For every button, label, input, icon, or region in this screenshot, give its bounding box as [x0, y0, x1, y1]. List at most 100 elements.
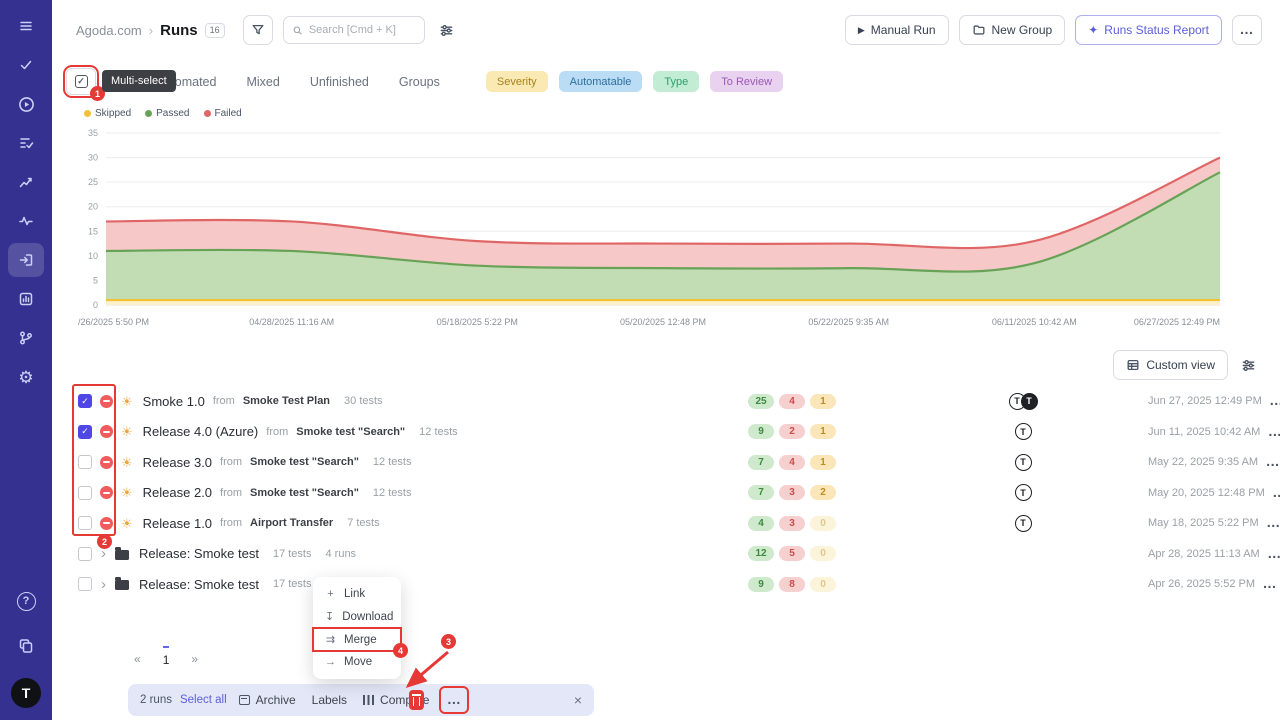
search-input[interactable]	[309, 24, 416, 36]
select-all-link[interactable]: Select all	[180, 694, 227, 706]
breadcrumb-project[interactable]: Agoda.com	[76, 23, 142, 38]
multi-select-button[interactable]: ✓	[66, 68, 96, 95]
bulk-more-button[interactable]: …	[441, 688, 467, 712]
svg-text:06/27/2025 12:49 PM: 06/27/2025 12:49 PM	[1134, 317, 1220, 327]
row-checkbox[interactable]	[78, 455, 92, 469]
new-group-label: New Group	[992, 23, 1053, 37]
menu-item-download[interactable]: ↧Download	[313, 605, 401, 628]
filter-button[interactable]	[243, 15, 273, 45]
runs-status-report-button[interactable]: ✦ Runs Status Report	[1075, 15, 1222, 45]
header-more-button[interactable]: …	[1232, 15, 1262, 45]
run-row[interactable]: ✓☀Smoke 1.0fromSmoke Test Plan30 tests25…	[76, 386, 1256, 417]
group-row[interactable]: ›Release: Smoke test17 tests7 runs980Apr…	[76, 569, 1256, 600]
group-title[interactable]: Release: Smoke test	[139, 577, 259, 592]
runs-count-badge: 16	[205, 23, 225, 38]
row-checkbox[interactable]: ✓	[78, 425, 92, 439]
row-checkbox[interactable]	[78, 516, 92, 530]
plan-name[interactable]: Smoke test "Search"	[250, 456, 359, 468]
sidebar-item-pulse[interactable]	[8, 204, 44, 238]
search-icon	[292, 24, 303, 37]
result-badges: 732	[748, 485, 898, 500]
filter-pill-automatable[interactable]: Automatable	[559, 71, 643, 92]
failed-badge: 4	[779, 455, 805, 470]
menu-item-merge[interactable]: ⇉Merge	[313, 628, 401, 651]
run-row[interactable]: ✓☀Release 4.0 (Azure)fromSmoke test "Sea…	[76, 417, 1256, 448]
custom-view-button[interactable]: Custom view	[1113, 350, 1228, 380]
expand-chevron-icon[interactable]: ›	[100, 546, 107, 561]
row-more-button[interactable]: …	[1255, 581, 1280, 587]
expand-chevron-icon[interactable]: ›	[100, 577, 107, 592]
passed-badge: 9	[748, 577, 774, 592]
avatar: T	[1021, 393, 1038, 410]
docs-button[interactable]	[8, 629, 44, 663]
plan-name[interactable]: Smoke test "Search"	[296, 426, 405, 438]
chart-section: SkippedPassedFailed 05101520253035/26/20…	[76, 101, 1256, 338]
tab-groups[interactable]: Groups	[399, 69, 440, 95]
svg-text:0: 0	[93, 300, 98, 310]
group-row[interactable]: ›Release: Smoke test17 tests4 runs1250Ap…	[76, 539, 1256, 570]
folder-icon	[115, 550, 129, 560]
row-checkbox[interactable]: ✓	[78, 394, 92, 408]
labels-button[interactable]: Labels	[308, 689, 351, 711]
run-title[interactable]: Release 1.0	[143, 516, 212, 531]
menu-button[interactable]	[8, 9, 44, 43]
menu-item-move[interactable]: →Move	[313, 651, 401, 673]
filter-settings-button[interactable]	[435, 18, 459, 42]
close-icon: ×	[574, 692, 582, 708]
manual-run-button[interactable]: ▶ Manual Run	[845, 15, 949, 45]
app-logo[interactable]: T	[11, 678, 41, 708]
plan-name[interactable]: Smoke Test Plan	[243, 395, 330, 407]
failed-badge: 3	[779, 485, 805, 500]
sidebar-item-runs[interactable]	[8, 87, 44, 121]
run-row[interactable]: ☀Release 1.0fromAirport Transfer7 tests4…	[76, 508, 1256, 539]
sidebar-item-settings[interactable]: ⚙	[8, 360, 44, 394]
sidebar-item-import[interactable]	[8, 243, 44, 277]
failed-status-icon	[100, 395, 113, 408]
play-circle-icon	[18, 96, 35, 113]
row-more-button[interactable]: …	[1259, 520, 1280, 526]
search-box[interactable]	[283, 16, 425, 44]
archive-button[interactable]: Archive	[235, 689, 300, 711]
tab-mixed[interactable]: Mixed	[246, 69, 279, 95]
page-1-button[interactable]: 1	[163, 646, 170, 667]
menu-item-label: Link	[344, 588, 365, 600]
plan-name[interactable]: Smoke test "Search"	[250, 487, 359, 499]
filter-pill-to-review[interactable]: To Review	[710, 71, 783, 92]
run-title[interactable]: Release 3.0	[143, 455, 212, 470]
result-badges: 1250	[748, 546, 898, 561]
svg-text:30: 30	[88, 153, 98, 163]
run-row[interactable]: ☀Release 2.0fromSmoke test "Search"12 te…	[76, 478, 1256, 509]
menu-item-label: Merge	[344, 634, 377, 646]
close-bar-button[interactable]: ×	[574, 692, 582, 708]
sidebar-item-tests[interactable]	[8, 48, 44, 82]
row-more-button[interactable]: …	[1262, 398, 1280, 404]
new-group-button[interactable]: New Group	[959, 15, 1066, 45]
run-title[interactable]: Smoke 1.0	[143, 394, 205, 409]
row-checkbox[interactable]	[78, 486, 92, 500]
row-more-button[interactable]: …	[1265, 490, 1280, 496]
row-more-button[interactable]: …	[1260, 429, 1280, 435]
filter-pill-type[interactable]: Type	[653, 71, 699, 92]
run-title[interactable]: Release 4.0 (Azure)	[143, 424, 259, 439]
row-more-button[interactable]: …	[1260, 551, 1280, 557]
view-settings-button[interactable]	[1236, 353, 1260, 377]
sidebar-item-branches[interactable]	[8, 321, 44, 355]
sidebar-item-analytics[interactable]	[8, 165, 44, 199]
plan-name[interactable]: Airport Transfer	[250, 517, 333, 529]
prev-page-button[interactable]: «	[134, 646, 141, 667]
run-title[interactable]: Release 2.0	[143, 485, 212, 500]
row-checkbox[interactable]	[78, 577, 92, 591]
row-more-button[interactable]: …	[1258, 459, 1280, 465]
help-button[interactable]: ?	[8, 584, 44, 618]
sidebar-item-plans[interactable]	[8, 126, 44, 160]
hamburger-icon	[18, 18, 34, 34]
next-page-button[interactable]: »	[191, 646, 198, 667]
tab-unfinished[interactable]: Unfinished	[310, 69, 369, 95]
menu-item-link[interactable]: +Link	[313, 583, 401, 605]
run-row[interactable]: ☀Release 3.0fromSmoke test "Search"12 te…	[76, 447, 1256, 478]
row-checkbox[interactable]	[78, 547, 92, 561]
sidebar-item-reports[interactable]	[8, 282, 44, 316]
group-title[interactable]: Release: Smoke test	[139, 546, 259, 561]
filter-pill-severity[interactable]: Severity	[486, 71, 548, 92]
check-icon	[18, 57, 34, 73]
